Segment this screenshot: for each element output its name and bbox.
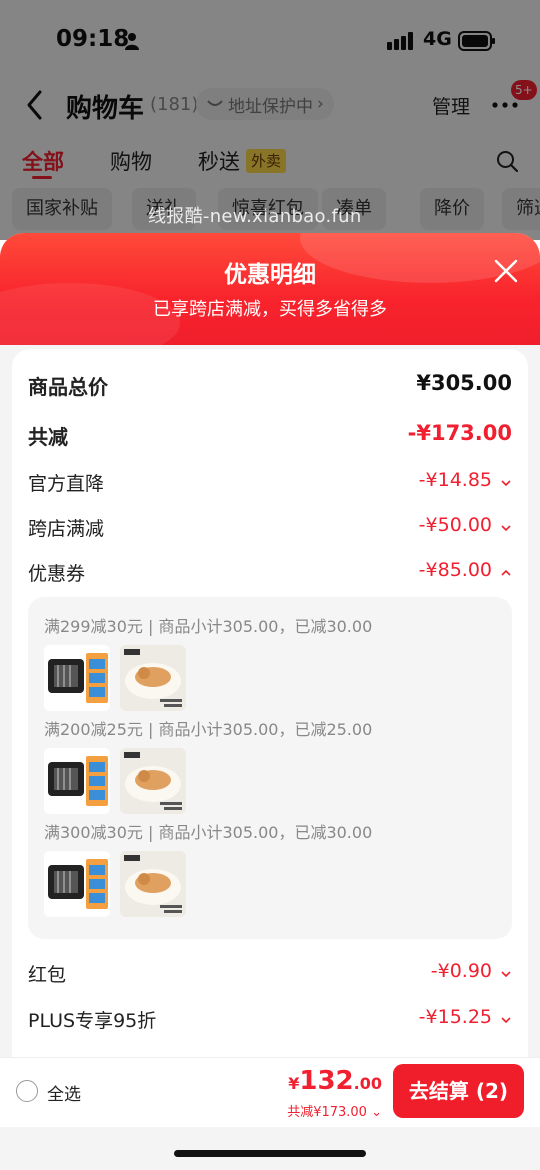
row-label: 跨店满减 xyxy=(28,518,105,540)
currency-symbol: ¥ xyxy=(288,1074,300,1093)
row-value: -¥14.85 xyxy=(418,469,492,491)
row-label: 共减 xyxy=(28,425,68,449)
row-cross-store-discount[interactable]: 跨店满减 -¥50.00 xyxy=(28,514,512,544)
select-all-label[interactable]: 全选 xyxy=(47,1080,81,1105)
coupon-products xyxy=(44,748,194,816)
sheet-subtitle: 已享跨店满减，买得多省得多 xyxy=(153,299,387,320)
product-thumb-pet-carrier[interactable] xyxy=(44,851,110,917)
row-label: 红包 xyxy=(28,964,67,986)
chevron-down-icon xyxy=(501,1017,511,1024)
discount-detail-sheet: 优惠明细 已享跨店满减，买得多省得多 商品总价 ¥305.00 共减 -¥173… xyxy=(0,233,540,1170)
product-thumb-pet-carrier[interactable] xyxy=(44,645,110,711)
chevron-down-icon xyxy=(501,971,511,978)
checkout-button[interactable]: 去结算 (2) xyxy=(393,1064,524,1118)
product-thumb-pet-carrier[interactable] xyxy=(44,748,110,814)
product-thumb-pet-bed[interactable] xyxy=(120,748,186,814)
pet-carrier-image xyxy=(44,645,110,711)
chevron-down-icon xyxy=(501,525,511,532)
coupon-detail-box: 满299减30元 | 商品小计305.00，已减30.00 满200减25元 |… xyxy=(28,597,512,939)
product-thumb-pet-bed[interactable] xyxy=(120,851,186,917)
coupon-rule-text: 满200减25元 | 商品小计305.00，已减25.00 xyxy=(44,720,373,739)
row-coupon[interactable]: 优惠券 -¥85.00 xyxy=(28,559,512,589)
pet-bed-image xyxy=(120,645,186,711)
sheet-title: 优惠明细 xyxy=(224,262,316,288)
pet-bed-image xyxy=(120,748,186,814)
checkout-bar: 全选 ¥132.00 共减¥173.00 ⌄ 去结算 (2) xyxy=(0,1057,540,1127)
watermark: 线报酷-new.xianbao.fun xyxy=(148,206,362,227)
price-main: ¥132.00 xyxy=(287,1064,382,1101)
total-price: ¥132.00 共减¥173.00 ⌄ xyxy=(287,1064,382,1120)
chevron-down-icon: ⌄ xyxy=(371,1105,382,1120)
row-plus-discount[interactable]: PLUS专享95折 -¥15.25 xyxy=(28,1006,512,1036)
coupon-rule-text: 满300减30元 | 商品小计305.00，已减30.00 xyxy=(44,823,373,842)
price-integer: 132 xyxy=(299,1066,354,1096)
row-value: ¥305.00 xyxy=(416,371,512,395)
chevron-up-icon xyxy=(501,569,511,576)
discount-card: 商品总价 ¥305.00 共减 -¥173.00 官方直降 -¥14.85 跨店… xyxy=(12,349,528,1109)
row-red-packet[interactable]: 红包 -¥0.90 xyxy=(28,960,512,990)
home-indicator xyxy=(174,1150,366,1157)
pet-bed-image xyxy=(120,851,186,917)
row-value: -¥173.00 xyxy=(407,421,512,445)
row-value: -¥0.90 xyxy=(430,960,492,982)
sheet-header: 优惠明细 已享跨店满减，买得多省得多 xyxy=(0,233,540,363)
row-total-price: 商品总价 ¥305.00 xyxy=(28,371,512,401)
row-value: -¥15.25 xyxy=(418,1006,492,1028)
close-icon[interactable] xyxy=(494,259,518,283)
product-thumb-pet-bed[interactable] xyxy=(120,645,186,711)
pet-carrier-image xyxy=(44,851,110,917)
row-label: 商品总价 xyxy=(28,375,108,399)
row-total-discount: 共减 -¥173.00 xyxy=(28,421,512,451)
coupon-products xyxy=(44,645,194,713)
chevron-down-icon xyxy=(501,480,511,487)
saved-amount-text: 共减¥173.00 xyxy=(287,1105,367,1120)
row-label: 官方直降 xyxy=(28,473,105,495)
price-decimal: .00 xyxy=(353,1074,382,1093)
row-official-discount[interactable]: 官方直降 -¥14.85 xyxy=(28,469,512,499)
row-value: -¥50.00 xyxy=(418,514,492,536)
select-all-checkbox[interactable] xyxy=(16,1080,38,1102)
coupon-products xyxy=(44,851,194,919)
pet-carrier-image xyxy=(44,748,110,814)
coupon-rule-text: 满299减30元 | 商品小计305.00，已减30.00 xyxy=(44,617,373,636)
row-label: PLUS专享95折 xyxy=(28,1010,157,1032)
saved-amount[interactable]: 共减¥173.00 ⌄ xyxy=(287,1101,382,1120)
row-value: -¥85.00 xyxy=(418,559,492,581)
row-label: 优惠券 xyxy=(28,563,86,585)
